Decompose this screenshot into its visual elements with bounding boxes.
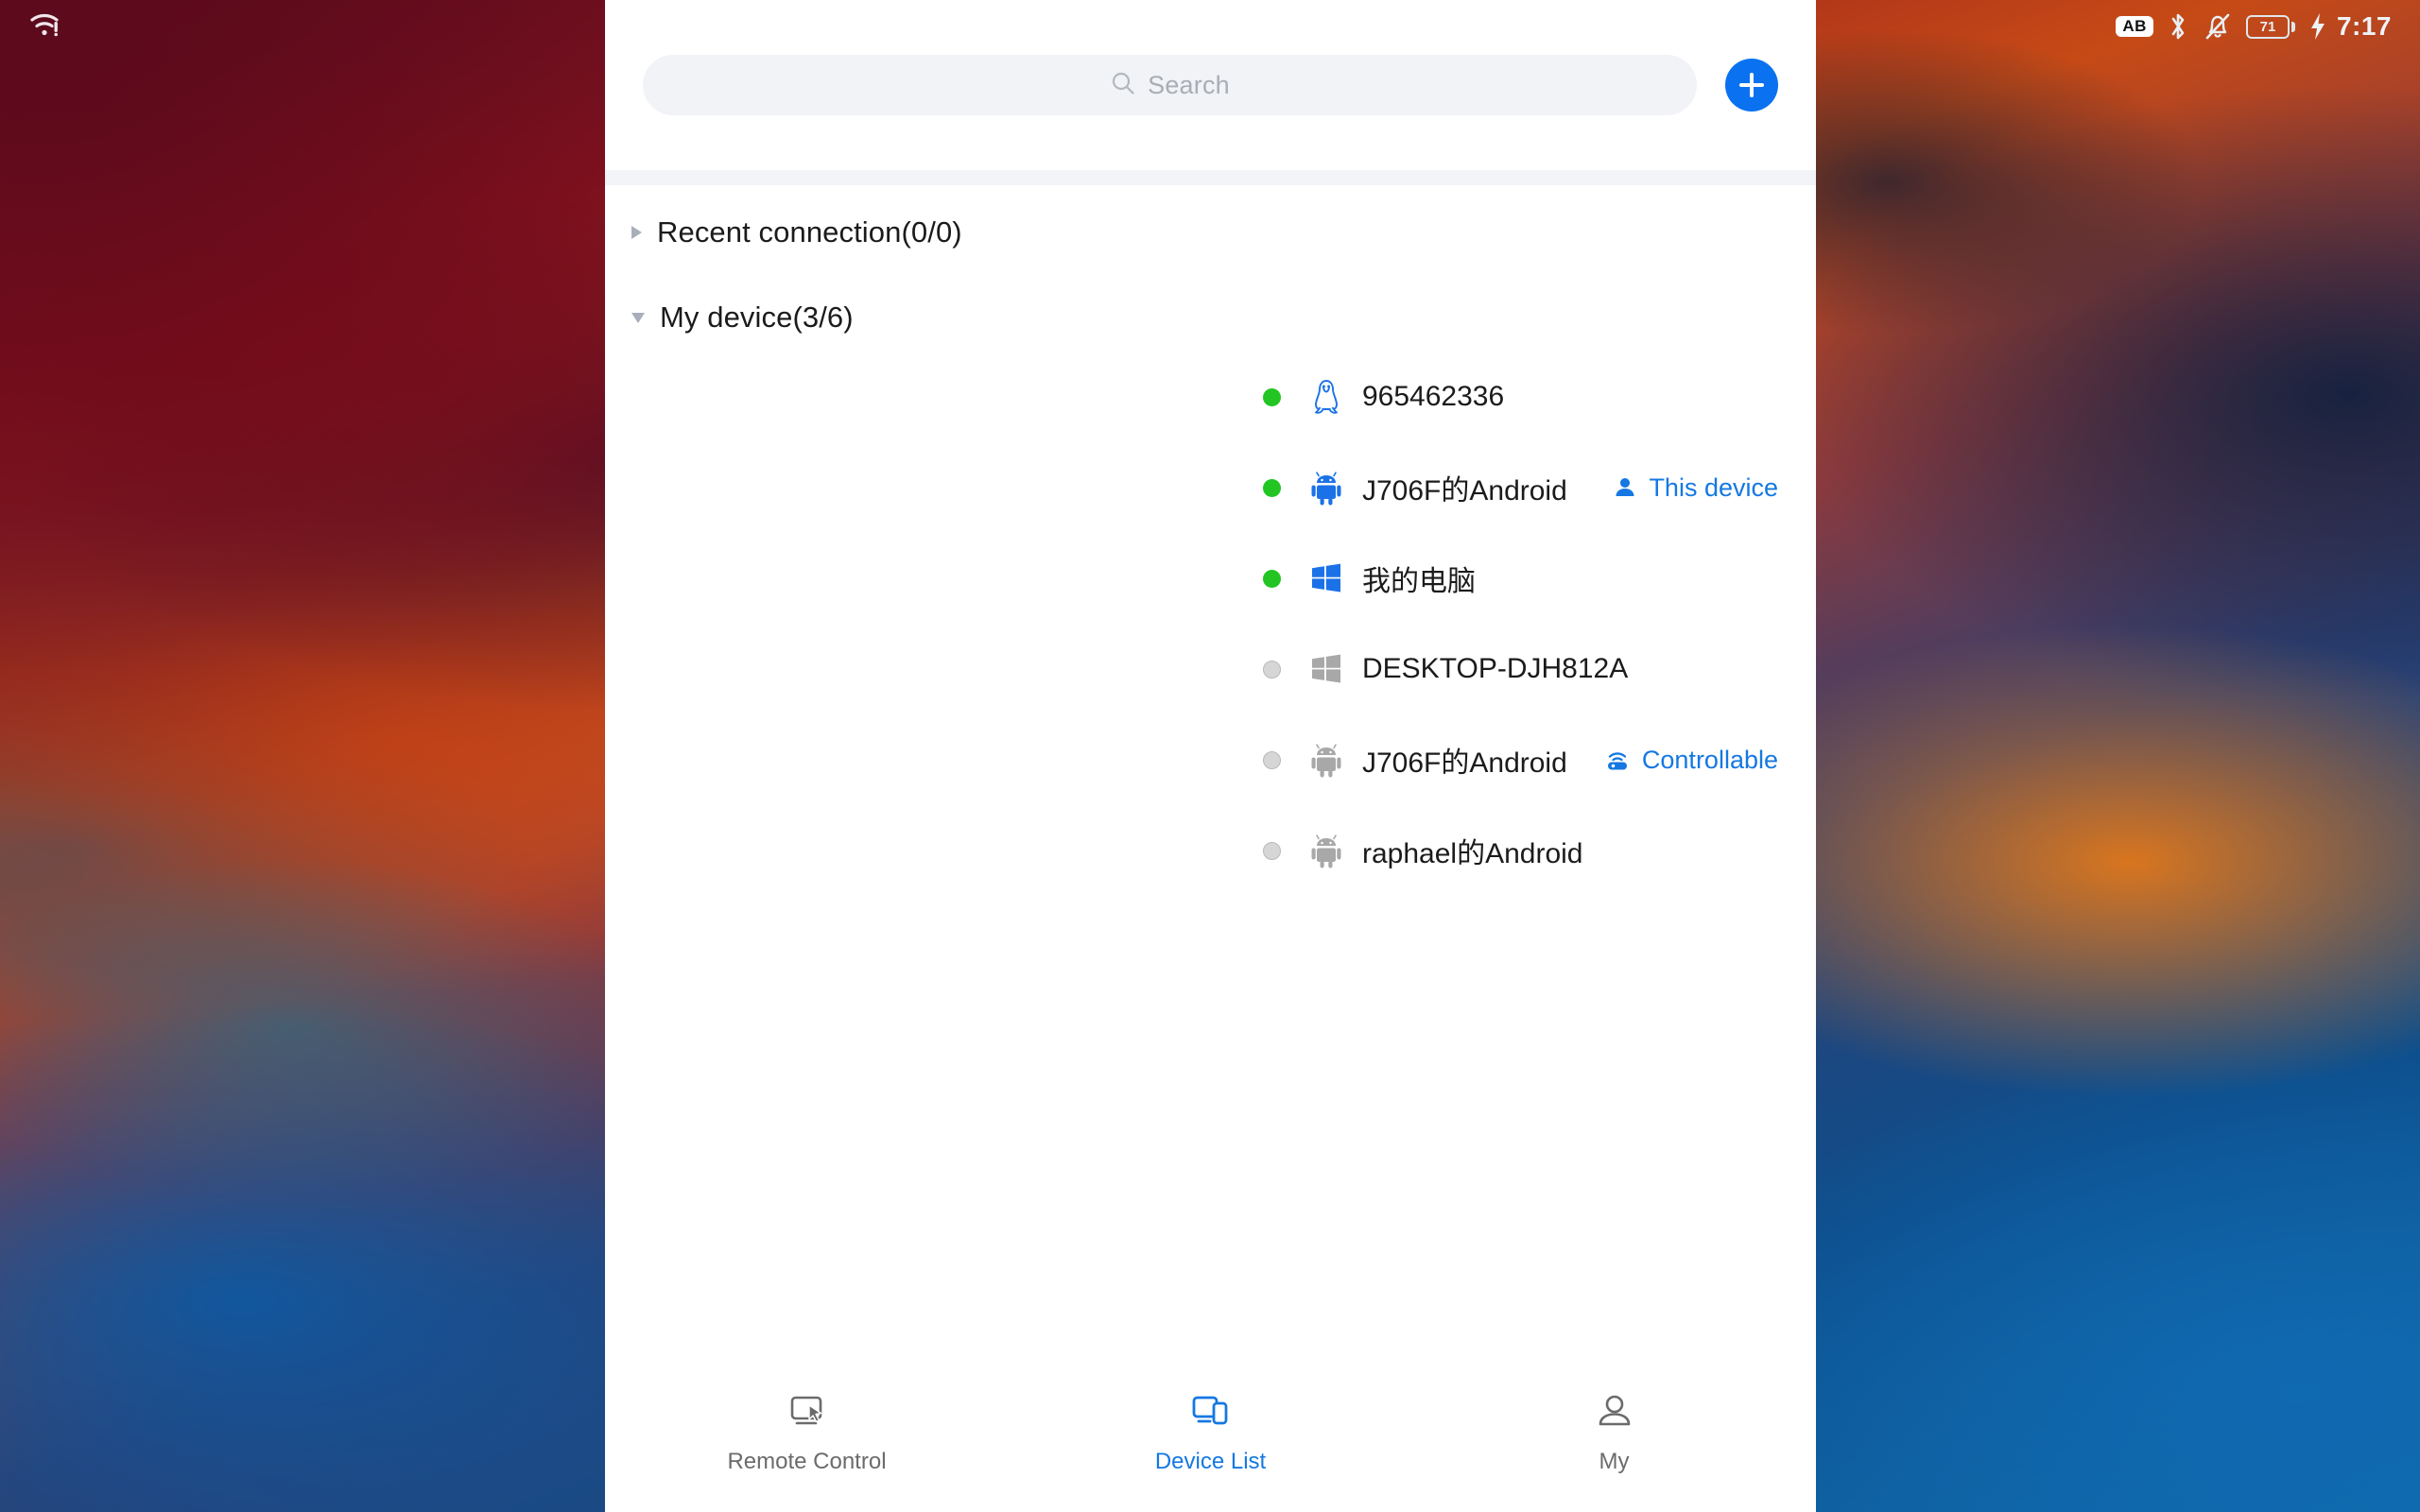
tab-label: Device List [1154, 1449, 1267, 1474]
devices-icon [1188, 1393, 1234, 1439]
status-dot-offline [1263, 660, 1281, 679]
device-tag-label: This device [1649, 472, 1778, 502]
device-name: J706F的Android [1362, 475, 1567, 507]
device-row[interactable]: J706F的Android Controllable [605, 714, 1816, 805]
person-icon [1613, 475, 1637, 500]
device-name: J706F的Android [1362, 747, 1567, 779]
penguin-icon [1305, 378, 1347, 416]
add-device-button[interactable] [1725, 59, 1778, 112]
chevron-down-icon [631, 312, 645, 323]
android-icon [1305, 469, 1347, 507]
status-dot-online [1263, 569, 1281, 588]
broadcast-icon [1604, 747, 1631, 772]
plus-icon [1739, 73, 1764, 97]
tab-my[interactable]: My [1520, 1393, 1709, 1475]
search-icon [1110, 70, 1136, 101]
tab-device-list[interactable]: Device List [1116, 1393, 1305, 1475]
device-row[interactable]: raphael的Android [605, 805, 1816, 896]
device-row[interactable]: DESKTOP-DJH812A [605, 624, 1816, 714]
app-panel: Search Recent connection(0/0) My device(… [605, 0, 1816, 1512]
tab-label: Remote Control [727, 1449, 887, 1474]
group-title: Recent connection(0/0) [657, 215, 962, 249]
group-header-recent-connection[interactable]: Recent connection(0/0) [605, 198, 1816, 266]
device-row[interactable]: 我的电脑 [605, 533, 1816, 624]
tab-label: My [1599, 1449, 1630, 1474]
device-name: DESKTOP-DJH812A [1362, 653, 1629, 684]
app-header: Search [605, 0, 1816, 170]
chevron-right-icon [631, 226, 642, 239]
monitor-cursor-icon [785, 1393, 830, 1439]
header-divider [605, 170, 1816, 185]
status-dot-online [1263, 387, 1281, 406]
android-icon [1305, 832, 1347, 869]
device-name: raphael的Android [1362, 838, 1583, 869]
search-placeholder-text: Search [1148, 70, 1230, 99]
device-list: Recent connection(0/0) My device(3/6) 96… [605, 185, 1816, 1370]
group-header-my-device[interactable]: My device(3/6) [605, 284, 1816, 352]
status-dot-offline [1263, 750, 1281, 769]
search-input[interactable]: Search [643, 55, 1697, 115]
tab-remote-control[interactable]: Remote Control [713, 1393, 902, 1475]
status-dot-online [1263, 478, 1281, 497]
windows-icon [1305, 562, 1347, 594]
bottom-navigation: Remote Control Device List My [605, 1370, 1816, 1512]
person-outline-icon [1592, 1393, 1637, 1439]
device-row[interactable]: J706F的Android This device [605, 442, 1816, 533]
device-name: 965462336 [1362, 381, 1505, 412]
device-tag-label: Controllable [1641, 745, 1778, 774]
device-row[interactable]: 965462336 [605, 352, 1816, 442]
group-title: My device(3/6) [660, 301, 854, 334]
status-dot-offline [1263, 841, 1281, 860]
device-tag-this-device: This device [1613, 473, 1778, 503]
device-name: 我的电脑 [1362, 566, 1476, 597]
windows-icon [1305, 653, 1347, 685]
device-tag-controllable: Controllable [1604, 746, 1778, 775]
android-icon [1305, 741, 1347, 779]
